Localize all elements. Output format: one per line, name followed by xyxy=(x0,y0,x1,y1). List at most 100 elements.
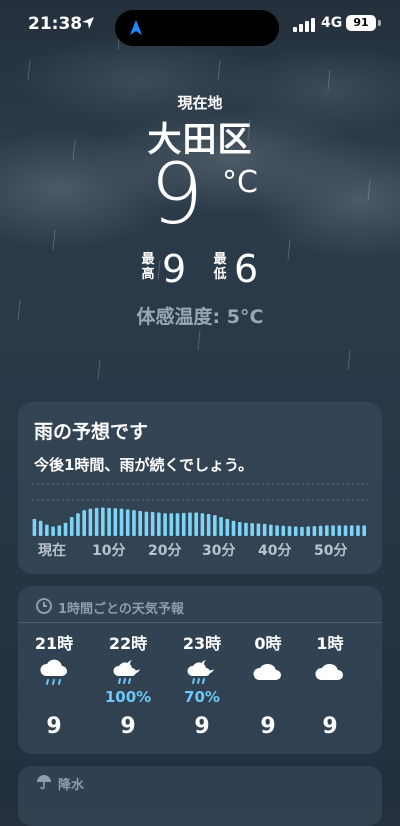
precip-bar xyxy=(312,526,317,536)
precip-bar xyxy=(169,513,174,536)
hourly-forecast-card[interactable]: 1時間ごとの天気予報 21時 9 22時 100% 9 23時 70% 9 0時 xyxy=(18,586,382,754)
precip-bar xyxy=(132,510,136,536)
hour-time: 21時 xyxy=(34,634,74,653)
precip-bar xyxy=(231,520,236,536)
status-bar: 21:38 4G 91 xyxy=(0,0,400,52)
hour-time: 22時 xyxy=(108,634,148,653)
hour-temp: 9 xyxy=(120,714,136,739)
precipitation-title: 降水 xyxy=(58,778,85,793)
hour-temp: 9 xyxy=(322,714,338,739)
precip-bar xyxy=(163,513,167,536)
precip-bar xyxy=(237,521,242,536)
precip-bar xyxy=(194,512,198,536)
precip-bar xyxy=(343,525,348,536)
precip-bar xyxy=(362,525,366,536)
cloud-moon-rain-icon xyxy=(187,660,214,684)
precip-intensity-chart xyxy=(32,483,368,536)
feels-like: 体感温度: 5°C xyxy=(136,306,264,328)
dynamic-island[interactable] xyxy=(115,10,279,46)
location-label: 現在地 xyxy=(177,94,223,112)
precip-bar xyxy=(225,518,230,536)
network-type: 4G xyxy=(321,15,343,31)
axis-label: 20分 xyxy=(148,543,182,559)
precip-bar xyxy=(51,526,55,536)
precip-bar xyxy=(300,526,304,536)
precip-bar xyxy=(88,508,93,536)
precip-bar xyxy=(138,510,142,536)
low-temp: 6 xyxy=(234,247,259,291)
precip-bar xyxy=(107,507,111,536)
precip-bar xyxy=(157,512,161,536)
low-label: 最低 xyxy=(213,252,227,282)
precip-bar xyxy=(337,525,342,536)
precip-bar xyxy=(69,517,74,536)
current-temperature: 9 xyxy=(150,145,204,243)
high-label: 最高 xyxy=(141,252,155,282)
precip-bar xyxy=(181,512,186,536)
precip-bar xyxy=(318,525,323,536)
high-temp: 9 xyxy=(162,247,187,291)
precip-bar xyxy=(175,513,180,536)
precip-bar xyxy=(32,518,37,536)
hour-time: 1時 xyxy=(316,634,344,653)
precip-bar xyxy=(269,524,273,536)
hourly-title: 1時間ごとの天気予報 xyxy=(58,602,184,617)
cloud-moon-rain-icon xyxy=(113,660,140,684)
precip-bar xyxy=(206,513,211,536)
battery-tip xyxy=(378,20,381,26)
precip-bar xyxy=(219,517,223,536)
precip-bar xyxy=(113,508,118,536)
precip-bar xyxy=(293,526,298,536)
cloud-rain-icon xyxy=(40,659,67,685)
precip-bar xyxy=(256,523,261,536)
precip-bar xyxy=(45,524,49,536)
hour-precip: 100% xyxy=(104,688,152,706)
status-time: 21:38 xyxy=(28,14,83,34)
precip-bar xyxy=(213,515,217,536)
axis-label: 30分 xyxy=(202,543,236,559)
precip-bar xyxy=(119,508,124,536)
cloud-icon xyxy=(253,663,281,680)
hour-temp: 9 xyxy=(194,714,210,739)
precip-bar xyxy=(349,525,354,536)
axis-label: 50分 xyxy=(314,543,348,559)
precip-bar xyxy=(244,522,248,536)
precip-bar xyxy=(331,525,335,536)
precip-time-axis: 現在 10分 20分 30分 40分 50分 xyxy=(32,540,368,560)
precip-bar xyxy=(287,526,292,536)
navigation-arrow-icon xyxy=(130,20,142,35)
precip-bar xyxy=(275,525,279,536)
precip-card-title: 雨の予想です xyxy=(34,421,149,443)
battery-icon: 91 xyxy=(346,15,376,31)
precip-bar xyxy=(306,526,310,536)
divider xyxy=(18,622,382,623)
axis-label: 現在 xyxy=(38,543,66,559)
precip-bar xyxy=(325,525,329,536)
axis-label: 40分 xyxy=(258,543,292,559)
next-hour-precip-card[interactable]: 雨の予想です 今後1時間、雨が続くでしょう。 現在 10分 20分 30分 40… xyxy=(18,402,382,574)
precip-card-subtitle: 今後1時間、雨が続くでしょう。 xyxy=(34,456,254,474)
precip-bar xyxy=(94,507,99,536)
precip-bar xyxy=(188,512,192,536)
cellular-signal-icon xyxy=(293,18,315,32)
precip-bar xyxy=(262,523,267,536)
cloud-icon xyxy=(315,663,343,680)
hour-temp: 9 xyxy=(260,714,276,739)
axis-label: 10分 xyxy=(92,543,126,559)
hour-temp: 9 xyxy=(46,714,62,739)
precip-bar xyxy=(82,510,86,536)
precip-bar xyxy=(150,512,155,536)
precip-bar xyxy=(250,523,254,536)
precip-bar xyxy=(57,525,62,536)
umbrella-icon xyxy=(37,775,51,790)
clock-icon xyxy=(36,598,52,614)
precipitation-card[interactable]: 降水 xyxy=(18,766,382,826)
temperature-unit: °C xyxy=(222,165,258,200)
precip-bar xyxy=(281,525,286,536)
hour-time: 23時 xyxy=(182,634,222,653)
hour-precip: 70% xyxy=(184,688,220,706)
precip-bar xyxy=(76,513,80,536)
precip-bar xyxy=(125,509,130,536)
precip-bar xyxy=(356,525,360,536)
location-arrow-icon xyxy=(82,17,94,29)
